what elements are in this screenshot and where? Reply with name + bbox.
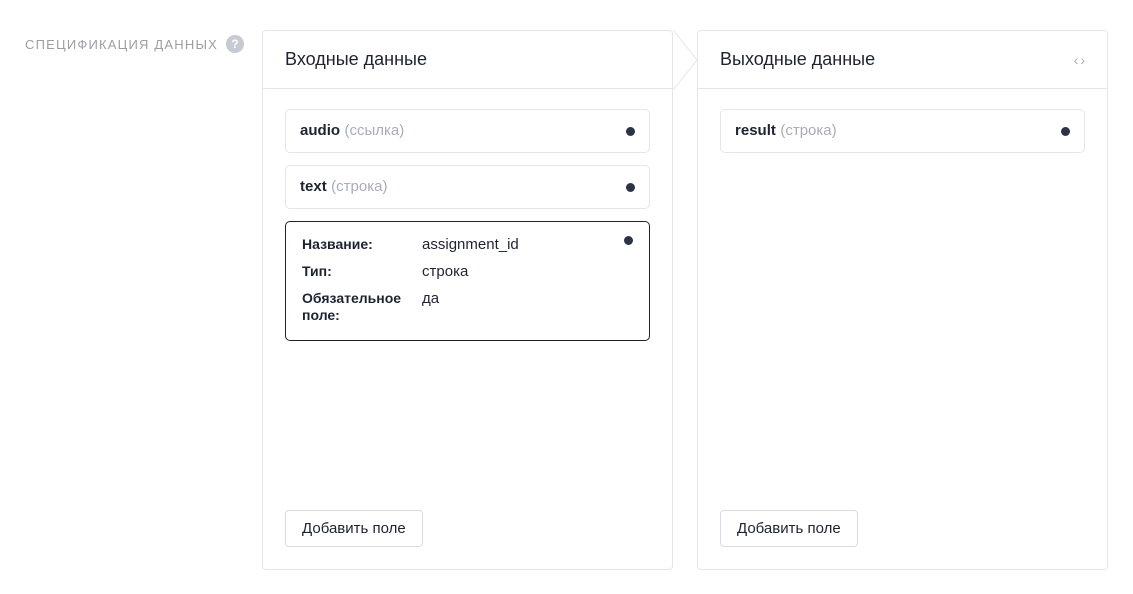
spec-container: СПЕЦИФИКАЦИЯ ДАННЫХ ? Входные данные aud… (0, 0, 1133, 590)
input-field-expanded[interactable]: Название: assignment_id Тип: строка Обяз… (285, 221, 650, 341)
section-label-wrap: СПЕЦИФИКАЦИЯ ДАННЫХ ? (25, 30, 244, 52)
field-label: text (строка) (300, 178, 387, 196)
add-output-field-button[interactable]: Добавить поле (720, 510, 858, 547)
input-panel-title: Входные данные (285, 49, 427, 70)
required-dot-icon (626, 183, 635, 192)
field-label: audio (ссылка) (300, 122, 404, 140)
output-field-row[interactable]: result (строка) (720, 109, 1085, 153)
required-dot-icon (626, 127, 635, 136)
output-panel-title: Выходные данные (720, 49, 875, 70)
chevron-right-icon: › (1080, 52, 1085, 68)
field-type: (строка) (780, 122, 836, 139)
output-panel: Выходные данные ‹ › result (строка) Доба… (697, 30, 1108, 570)
field-label: result (строка) (735, 122, 837, 140)
code-toggle[interactable]: ‹ › (1074, 52, 1085, 68)
detail-label-type: Тип: (302, 263, 412, 280)
field-type: (ссылка) (344, 122, 404, 139)
field-name: text (300, 178, 327, 195)
input-panel-header: Входные данные (263, 31, 672, 89)
chevron-left-icon: ‹ (1074, 52, 1079, 68)
output-panel-body: result (строка) (698, 89, 1107, 492)
required-dot-icon (1061, 127, 1070, 136)
input-panel-footer: Добавить поле (263, 492, 672, 569)
section-label: СПЕЦИФИКАЦИЯ ДАННЫХ (25, 37, 218, 52)
detail-label-required: Обязательное поле: (302, 290, 412, 324)
field-name: audio (300, 122, 340, 139)
input-panel-body: audio (ссылка) text (строка) Название: (263, 89, 672, 492)
field-name: result (735, 122, 776, 139)
output-panel-footer: Добавить поле (698, 492, 1107, 569)
required-dot-icon (624, 236, 633, 245)
input-panel: Входные данные audio (ссылка) text (стро… (262, 30, 673, 570)
detail-value-required: да (422, 290, 614, 307)
field-details-grid: Название: assignment_id Тип: строка Обяз… (302, 236, 633, 324)
input-field-row[interactable]: text (строка) (285, 165, 650, 209)
input-field-row[interactable]: audio (ссылка) (285, 109, 650, 153)
output-panel-header: Выходные данные ‹ › (698, 31, 1107, 89)
chevron-divider-icon (672, 30, 698, 90)
add-input-field-button[interactable]: Добавить поле (285, 510, 423, 547)
panels: Входные данные audio (ссылка) text (стро… (262, 30, 1108, 570)
detail-value-name: assignment_id (422, 236, 614, 253)
field-type: (строка) (331, 178, 387, 195)
help-icon[interactable]: ? (226, 35, 244, 53)
detail-label-name: Название: (302, 236, 412, 253)
detail-value-type: строка (422, 263, 614, 280)
panel-divider (672, 30, 698, 570)
